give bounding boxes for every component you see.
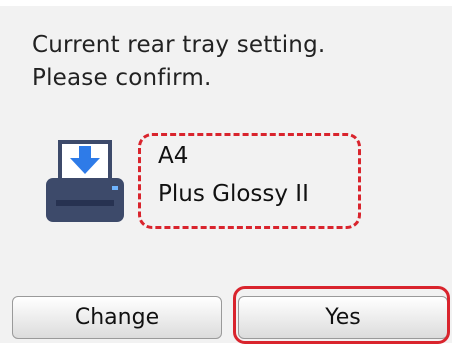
- message-line-1: Current rear tray setting.: [32, 32, 326, 58]
- paper-size-value: A4: [158, 143, 189, 169]
- yes-button-highlight: [233, 286, 450, 344]
- confirm-screen: Current rear tray setting. Please confir…: [0, 0, 452, 344]
- printer-rear-tray-icon: [46, 140, 124, 222]
- paper-type-value: Plus Glossy II: [158, 181, 309, 207]
- change-button[interactable]: Change: [12, 296, 222, 339]
- message-line-2: Please confirm.: [32, 65, 212, 91]
- top-strip: [0, 0, 452, 6]
